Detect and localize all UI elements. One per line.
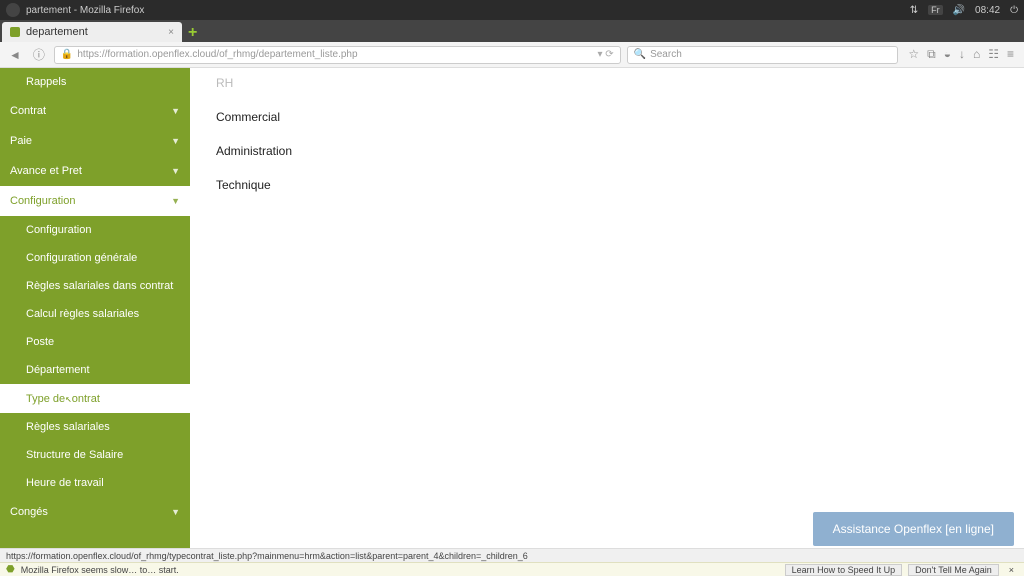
sidebar-item-label: Configuration xyxy=(10,195,75,207)
favicon xyxy=(10,27,20,37)
browser-tab-bar: departement × + xyxy=(0,20,1024,42)
button-label: Don't Tell Me Again xyxy=(915,565,992,575)
learn-speedup-button[interactable]: Learn How to Speed It Up xyxy=(785,564,903,576)
list-item[interactable]: Technique xyxy=(216,174,998,208)
window-title: partement - Mozilla Firefox xyxy=(26,5,144,16)
link-preview-text: https://formation.openflex.cloud/of_rhmg… xyxy=(6,551,528,561)
sidebar-item-label: Avance et Pret xyxy=(10,165,82,177)
home-icon[interactable]: ⌂ xyxy=(973,47,980,62)
sidebar-item-label: Calcul règles salariales xyxy=(26,308,139,320)
sidebar-item-label: Règles salariales xyxy=(26,421,110,433)
sidebar-item-label: Poste xyxy=(26,336,54,348)
volume-icon[interactable]: 🔊 xyxy=(953,5,965,16)
page-body: Rappels Contrat ▼ Paie ▼ Avance et Pret … xyxy=(0,68,1024,548)
cursor-icon: ↖ xyxy=(65,392,72,405)
assistance-widget[interactable]: Assistance Openflex [en ligne] xyxy=(813,512,1014,546)
list-item-label: RH xyxy=(216,76,233,90)
sidebar-item-conges[interactable]: Congés ▼ xyxy=(0,497,190,527)
sidebar-subitem[interactable]: Poste xyxy=(0,328,190,356)
info-circle-icon[interactable]: ⓘ xyxy=(30,46,48,63)
url-text: https://formation.openflex.cloud/of_rhmg… xyxy=(77,49,357,60)
sidebar-subitem[interactable]: Structure de Salaire xyxy=(0,441,190,469)
menu-icon[interactable]: ≡ xyxy=(1007,47,1014,62)
sidebar: Rappels Contrat ▼ Paie ▼ Avance et Pret … xyxy=(0,68,190,548)
toolbar-right-icons: ☆ ⧉ ◒ ↓ ⌂ ☷ ≡ xyxy=(904,47,1018,62)
sidebar-item-contrat[interactable]: Contrat ▼ xyxy=(0,96,190,126)
list-item-label: Technique xyxy=(216,178,271,192)
chevron-down-icon: ▼ xyxy=(171,196,180,206)
sidebar-subitem[interactable]: Heure de travail xyxy=(0,469,190,497)
sidebar-item-label: Rappels xyxy=(26,76,66,88)
list-item[interactable]: Commercial xyxy=(216,106,998,140)
notification-bar: ⬣ Mozilla Firefox seems slow… to… start.… xyxy=(0,562,1024,576)
network-icon: ⇅ xyxy=(910,5,918,16)
copy-icon[interactable]: ⧉ xyxy=(927,47,936,62)
back-button[interactable]: ◄ xyxy=(6,48,24,62)
dropdown-history-icon[interactable]: ▾ ⟳ xyxy=(597,49,613,60)
chevron-down-icon: ▼ xyxy=(171,106,180,116)
sidebar-item-label: Contrat xyxy=(10,105,46,117)
bookmark-star-icon[interactable]: ☆ xyxy=(908,47,919,62)
list-item[interactable]: Administration xyxy=(216,140,998,174)
close-tab-icon[interactable]: × xyxy=(168,27,174,38)
sidebar-item-label: Département xyxy=(26,364,90,376)
sidebar-item-paie[interactable]: Paie ▼ xyxy=(0,126,190,156)
list-item[interactable]: RH xyxy=(216,76,998,106)
main-content: RH Commercial Administration Technique xyxy=(190,68,1024,548)
firefox-notif-icon: ⬣ xyxy=(6,564,15,575)
dont-tell-again-button[interactable]: Don't Tell Me Again xyxy=(908,564,999,576)
downloads-icon[interactable]: ↓ xyxy=(959,47,965,62)
search-input[interactable]: 🔍 Search xyxy=(627,46,899,64)
sidebar-subitem[interactable]: Configuration xyxy=(0,216,190,244)
button-label: Learn How to Speed It Up xyxy=(792,565,896,575)
tab-title: departement xyxy=(26,26,88,38)
clock: 08:42 xyxy=(975,5,1000,16)
sidebar-config-submenu: Configuration Configuration générale Règ… xyxy=(0,216,190,497)
sidebar-subitem[interactable]: Configuration générale xyxy=(0,244,190,272)
chevron-down-icon: ▼ xyxy=(171,136,180,146)
sidebar-icon[interactable]: ☷ xyxy=(988,47,999,62)
notification-text: Mozilla Firefox seems slow… to… start. xyxy=(21,565,179,575)
sidebar-item-label: Configuration générale xyxy=(26,252,137,264)
sidebar-item-label: Congés xyxy=(10,506,48,518)
sidebar-item-label: Heure de travail xyxy=(26,477,104,489)
status-bar-link-preview: https://formation.openflex.cloud/of_rhmg… xyxy=(0,548,1024,562)
keyboard-lang[interactable]: Fr xyxy=(928,5,943,15)
chevron-down-icon: ▼ xyxy=(171,507,180,517)
app-icon xyxy=(6,3,20,17)
sidebar-subitem[interactable]: Calcul règles salariales xyxy=(0,300,190,328)
sidebar-subitem-departement[interactable]: Département xyxy=(0,356,190,384)
search-icon: 🔍 xyxy=(634,49,646,60)
close-notification-icon[interactable]: × xyxy=(1005,565,1018,575)
list-item-label: Commercial xyxy=(216,110,280,124)
browser-toolbar: ◄ ⓘ 🔒 https://formation.openflex.cloud/o… xyxy=(0,42,1024,68)
chevron-down-icon: ▼ xyxy=(171,166,180,176)
new-tab-button[interactable]: + xyxy=(182,24,203,42)
browser-tab[interactable]: departement × xyxy=(2,22,182,42)
sidebar-item-label: Type de↖ontrat xyxy=(26,393,100,405)
pocket-icon[interactable]: ◒ xyxy=(944,47,951,62)
power-icon[interactable]: ⏻ xyxy=(1010,5,1018,16)
sidebar-item-label: Structure de Salaire xyxy=(26,449,123,461)
url-input[interactable]: 🔒 https://formation.openflex.cloud/of_rh… xyxy=(54,46,621,64)
lock-icon: 🔒 xyxy=(61,49,73,60)
sidebar-item-label: Règles salariales dans contrat xyxy=(26,280,173,292)
sidebar-subitem[interactable]: Règles salariales dans contrat xyxy=(0,272,190,300)
os-top-bar: partement - Mozilla Firefox ⇅ Fr 🔊 08:42… xyxy=(0,0,1024,20)
sidebar-item-configuration[interactable]: Configuration ▼ xyxy=(0,186,190,216)
sidebar-item-rappels[interactable]: Rappels xyxy=(0,68,190,96)
sidebar-item-label: Paie xyxy=(10,135,32,147)
sidebar-item-avance[interactable]: Avance et Pret ▼ xyxy=(0,156,190,186)
sidebar-subitem-typecontrat[interactable]: Type de↖ontrat xyxy=(0,384,190,413)
sidebar-subitem[interactable]: Règles salariales xyxy=(0,413,190,441)
list-item-label: Administration xyxy=(216,144,292,158)
assistance-label: Assistance Openflex [en ligne] xyxy=(833,522,994,536)
search-placeholder: Search xyxy=(650,49,682,60)
sidebar-item-label: Configuration xyxy=(26,224,91,236)
